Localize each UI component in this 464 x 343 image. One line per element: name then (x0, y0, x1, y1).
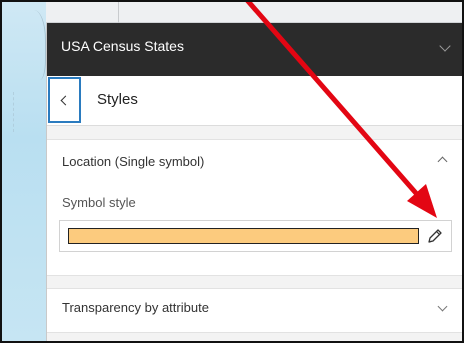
back-button[interactable] (48, 77, 81, 123)
chevron-down-icon[interactable] (437, 301, 448, 312)
map-top-toolbar (46, 2, 462, 23)
map-coastline (32, 10, 46, 80)
toolbar-divider (118, 2, 119, 23)
layer-title: USA Census States (61, 38, 184, 54)
styles-navigation-row: Styles (47, 76, 463, 126)
style-panel: USA Census States Styles Location (Singl… (46, 23, 463, 341)
chevron-down-icon[interactable] (439, 40, 451, 52)
symbol-color-swatch[interactable] (68, 228, 419, 244)
pencil-icon[interactable] (426, 227, 444, 245)
chevron-up-icon[interactable] (437, 156, 448, 167)
transparency-section[interactable]: Transparency by attribute (47, 288, 463, 333)
map-boundary (6, 92, 14, 132)
symbol-style-label: Symbol style (62, 195, 136, 210)
location-section-title[interactable]: Location (Single symbol) (62, 154, 204, 169)
location-section: Location (Single symbol) Symbol style (47, 139, 463, 276)
transparency-section-title: Transparency by attribute (62, 300, 209, 315)
map-background[interactable] (2, 2, 46, 341)
styles-heading: Styles (97, 91, 138, 108)
panel-header: USA Census States (47, 23, 463, 76)
chevron-left-icon (60, 95, 71, 106)
symbol-style-field[interactable] (59, 220, 452, 252)
